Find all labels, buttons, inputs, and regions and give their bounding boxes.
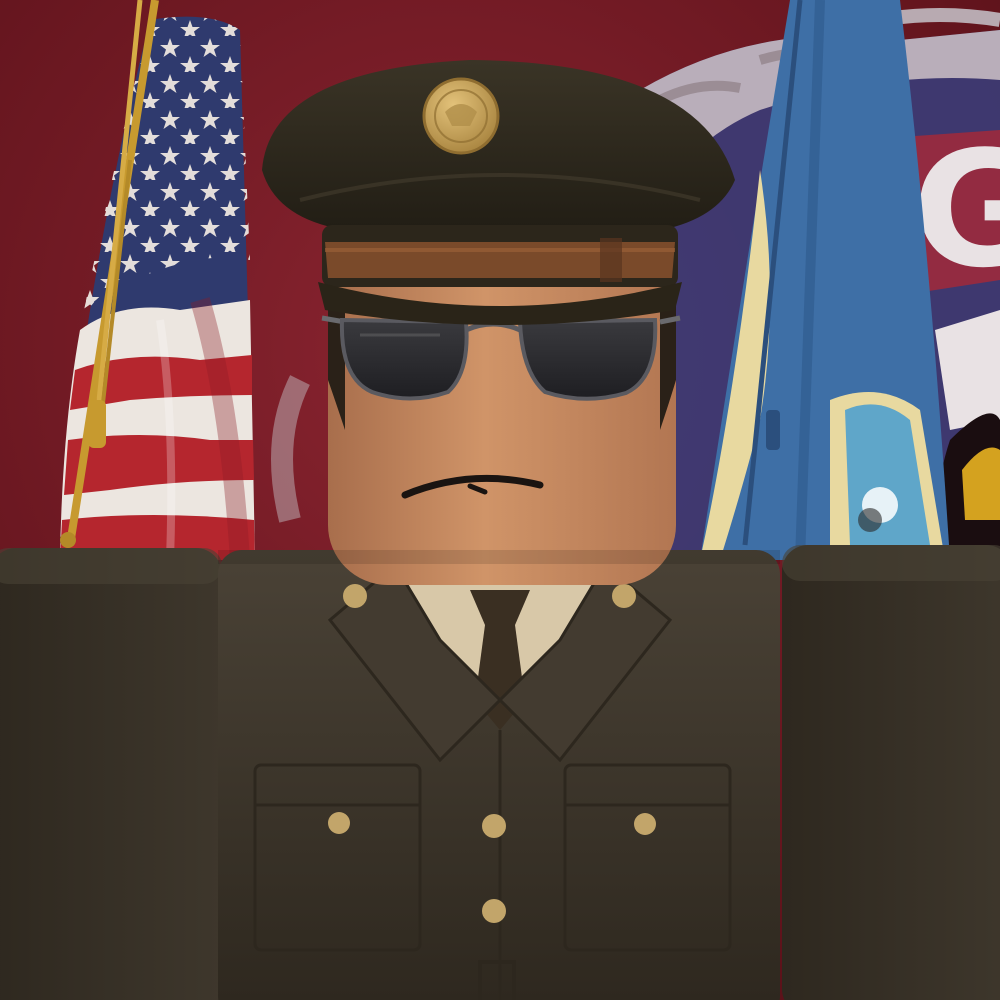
scene-canvas: G [0,0,1000,1000]
uniform-torso [218,550,780,1000]
cap-band [325,242,675,278]
pocket-button-right [634,813,656,835]
jacket-button-2 [482,899,506,923]
epaulette-button-right [612,584,636,608]
jacket-button-1 [482,814,506,838]
left-arm [0,548,222,1000]
right-lens [517,317,658,401]
right-arm [782,545,1000,1000]
officer-cap [262,60,735,325]
pocket-button-left [328,812,350,834]
game-render-scene: G [0,0,1000,1000]
avatar-head [328,240,676,585]
epaulette-button-left [343,584,367,608]
left-lens [339,317,469,401]
